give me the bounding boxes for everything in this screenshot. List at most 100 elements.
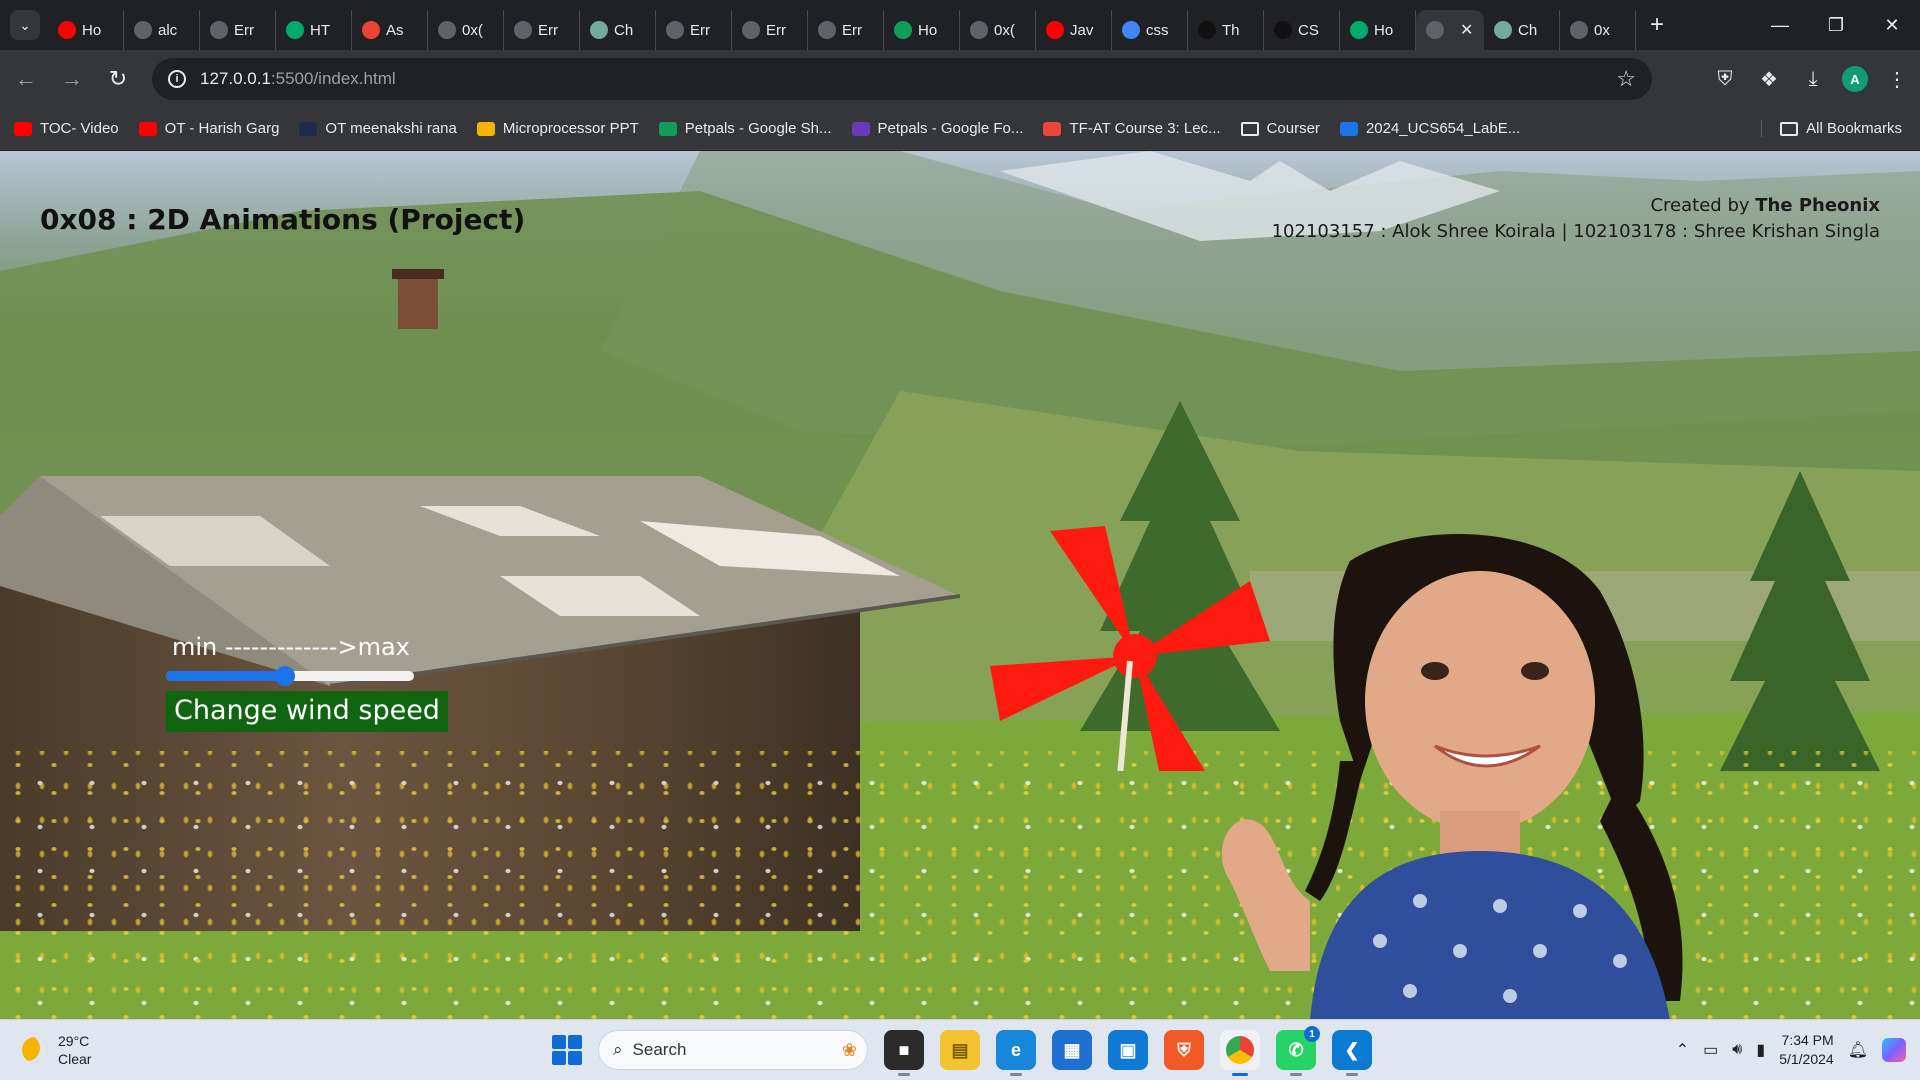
battery-icon[interactable]: ▮ — [1756, 1040, 1765, 1060]
restore-button[interactable]: ❐ — [1808, 0, 1864, 50]
display-icon[interactable]: ▭ — [1703, 1040, 1718, 1060]
browser-tab[interactable]: Err — [200, 10, 276, 50]
bookmark-label: Courser — [1266, 120, 1320, 137]
bookmark-item[interactable]: Petpals - Google Fo... — [851, 120, 1024, 137]
browser-tab[interactable]: Ho — [48, 10, 124, 50]
bookmark-item[interactable]: OT meenakshi rana — [299, 120, 457, 137]
bookmark-item[interactable]: Microprocessor PPT — [476, 120, 639, 137]
reload-button[interactable]: ↻ — [98, 59, 138, 99]
github-icon — [438, 21, 456, 39]
extensions-icon[interactable]: ❖ — [1754, 67, 1784, 92]
tab-label: css — [1146, 21, 1169, 39]
infinity-icon — [894, 21, 912, 39]
change-wind-speed-button[interactable]: Change wind speed — [166, 691, 448, 732]
close-tab-icon[interactable]: ✕ — [1460, 20, 1473, 40]
globe-icon — [210, 21, 228, 39]
task-view-icon[interactable]: ■ — [884, 1030, 924, 1076]
profile-avatar[interactable]: A — [1842, 66, 1868, 92]
bookmark-label: TF-AT Course 3: Lec... — [1069, 120, 1221, 137]
browser-tab[interactable]: 0x — [1560, 10, 1636, 50]
tab-label: Err — [766, 21, 786, 39]
wind-speed-slider[interactable] — [166, 666, 414, 686]
vscode-icon[interactable]: ❮ — [1332, 1030, 1372, 1076]
tab-label: Ho — [918, 21, 938, 39]
bookmark-label: OT meenakshi rana — [325, 120, 457, 137]
file-explorer-icon[interactable]: ▤ — [940, 1030, 980, 1070]
browser-tab[interactable]: 0x( — [960, 10, 1036, 50]
browser-tab[interactable]: CS — [1264, 10, 1340, 50]
browser-tab[interactable]: Err — [808, 10, 884, 50]
menu-kebab-icon[interactable]: ⋮ — [1882, 67, 1912, 92]
browser-tab[interactable]: As — [352, 10, 428, 50]
browser-tab[interactable]: Th — [1188, 10, 1264, 50]
credits-line: Created by The Pheonix — [1272, 193, 1880, 219]
browser-tab[interactable]: Jav — [1036, 10, 1112, 50]
browser-tab[interactable]: Ho — [1340, 10, 1416, 50]
taskbar-search[interactable]: ⌕ Search ❀ — [598, 1030, 868, 1070]
bookmark-favicon-icon — [299, 121, 318, 136]
browser-tab[interactable]: alc — [124, 10, 200, 50]
globe-icon — [514, 21, 532, 39]
minimize-button[interactable]: — — [1752, 0, 1808, 50]
slider-thumb[interactable] — [275, 666, 296, 686]
speaker-icon[interactable]: 🔊︎ — [1732, 1041, 1742, 1059]
forward-button[interactable]: → — [52, 59, 92, 99]
windows-start-icon[interactable] — [552, 1035, 582, 1065]
chrome-icon[interactable] — [1220, 1030, 1260, 1076]
whatsapp-icon[interactable]: ✆ 1 — [1276, 1026, 1320, 1076]
windows-taskbar: 29°C Clear ⌕ Search ❀ ■ ▤ e ▦ ▣ ⛨ ✆ 1 ❮ ⌃… — [0, 1019, 1920, 1080]
bookmark-label: Microprocessor PPT — [502, 120, 639, 137]
brave-icon[interactable]: ⛨ — [1164, 1030, 1204, 1070]
browser-tab[interactable]: 0x( — [428, 10, 504, 50]
tab-label: 0x( — [462, 21, 483, 39]
browser-tab[interactable]: Err — [656, 10, 732, 50]
browser-tab[interactable]: Ho — [884, 10, 960, 50]
bookmark-item[interactable]: 2024_UCS654_LabE... — [1339, 120, 1520, 137]
folder-icon — [1240, 121, 1259, 136]
notification-bell-icon[interactable]: 🔔︎ — [1848, 1040, 1868, 1060]
browser-tab[interactable]: Ch — [1484, 10, 1560, 50]
browser-tab[interactable]: css — [1112, 10, 1188, 50]
browser-tab[interactable]: Err — [732, 10, 808, 50]
browser-tab[interactable]: Ch — [580, 10, 656, 50]
browser-tab[interactable]: HT — [276, 10, 352, 50]
bookmark-favicon-icon — [476, 121, 495, 136]
w3schools-icon — [1350, 21, 1368, 39]
bookmark-item[interactable]: TF-AT Course 3: Lec... — [1043, 120, 1221, 137]
address-bar[interactable]: i 127.0.0.1:5500/index.html ☆ — [152, 58, 1652, 100]
new-tab-button[interactable]: + — [1650, 11, 1664, 39]
copilot-icon[interactable] — [1882, 1038, 1906, 1062]
bookmark-item[interactable]: TOC- Video — [14, 120, 119, 137]
remote-desktop-icon[interactable]: ▣ — [1108, 1030, 1148, 1070]
back-button[interactable]: ← — [6, 59, 46, 99]
close-window-button[interactable]: ✕ — [1864, 0, 1920, 50]
search-placeholder: Search — [632, 1040, 687, 1059]
tab-label: Ch — [614, 21, 634, 39]
edge-icon[interactable]: e — [996, 1030, 1036, 1076]
range-label: min ------------->max — [172, 633, 410, 661]
tab-search-button[interactable]: ⌄ — [10, 10, 40, 40]
tab-label: alc — [158, 21, 178, 39]
bookmark-star-icon[interactable]: ☆ — [1616, 66, 1636, 92]
clock[interactable]: 7:34 PM 5/1/2024 — [1779, 1031, 1834, 1069]
hut-roof — [0, 476, 960, 686]
all-bookmarks-button[interactable]: All Bookmarks — [1761, 120, 1902, 137]
github-icon — [134, 21, 152, 39]
bookmark-item[interactable]: Petpals - Google Sh... — [658, 120, 832, 137]
bookmark-item[interactable]: OT - Harish Garg — [138, 120, 279, 137]
site-info-icon[interactable]: i — [168, 70, 186, 88]
bookmark-label: Petpals - Google Fo... — [877, 120, 1024, 137]
weather-widget[interactable]: 29°C Clear — [22, 1032, 91, 1068]
globe-icon — [970, 21, 988, 39]
bookmark-favicon-icon — [138, 121, 157, 136]
store-icon[interactable]: ▦ — [1052, 1030, 1092, 1070]
github-icon — [1570, 21, 1588, 39]
browser-tab[interactable]: ✕ — [1416, 10, 1484, 50]
tab-label: 0x( — [994, 21, 1015, 39]
chevron-up-icon[interactable]: ⌃ — [1676, 1040, 1689, 1060]
browser-tab[interactable]: Err — [504, 10, 580, 50]
brave-shield-icon[interactable]: ⛨ — [1710, 68, 1740, 91]
credits: Created by The Pheonix 102103157 : Alok … — [1272, 193, 1880, 245]
bookmark-item[interactable]: Courser — [1240, 120, 1320, 137]
download-icon[interactable]: ⤓ — [1798, 68, 1828, 91]
